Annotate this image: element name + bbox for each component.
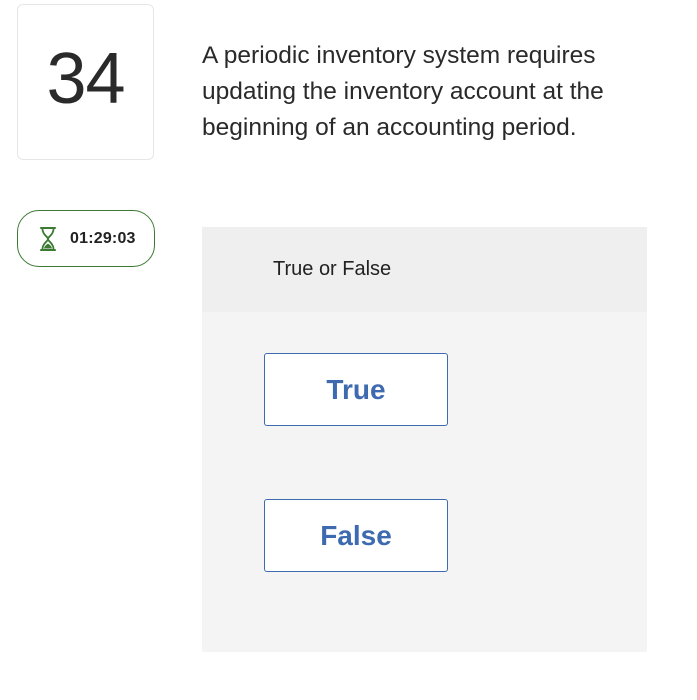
timer-badge: 01:29:03 xyxy=(17,210,155,267)
question-number: 34 xyxy=(46,39,125,119)
question-page: 34 A periodic inventory system requires … xyxy=(0,0,697,700)
false-button[interactable]: False xyxy=(264,499,448,572)
question-number-card: 34 xyxy=(17,4,154,160)
question-text: A periodic inventory system requires upd… xyxy=(202,42,604,141)
true-button[interactable]: True xyxy=(264,353,448,426)
hourglass-icon xyxy=(38,226,58,252)
answer-panel: True or False True False xyxy=(202,227,647,652)
false-button-label: False xyxy=(320,519,392,551)
true-button-label: True xyxy=(326,373,386,405)
timer-value: 01:29:03 xyxy=(70,229,136,247)
answer-panel-header: True or False xyxy=(202,227,647,312)
